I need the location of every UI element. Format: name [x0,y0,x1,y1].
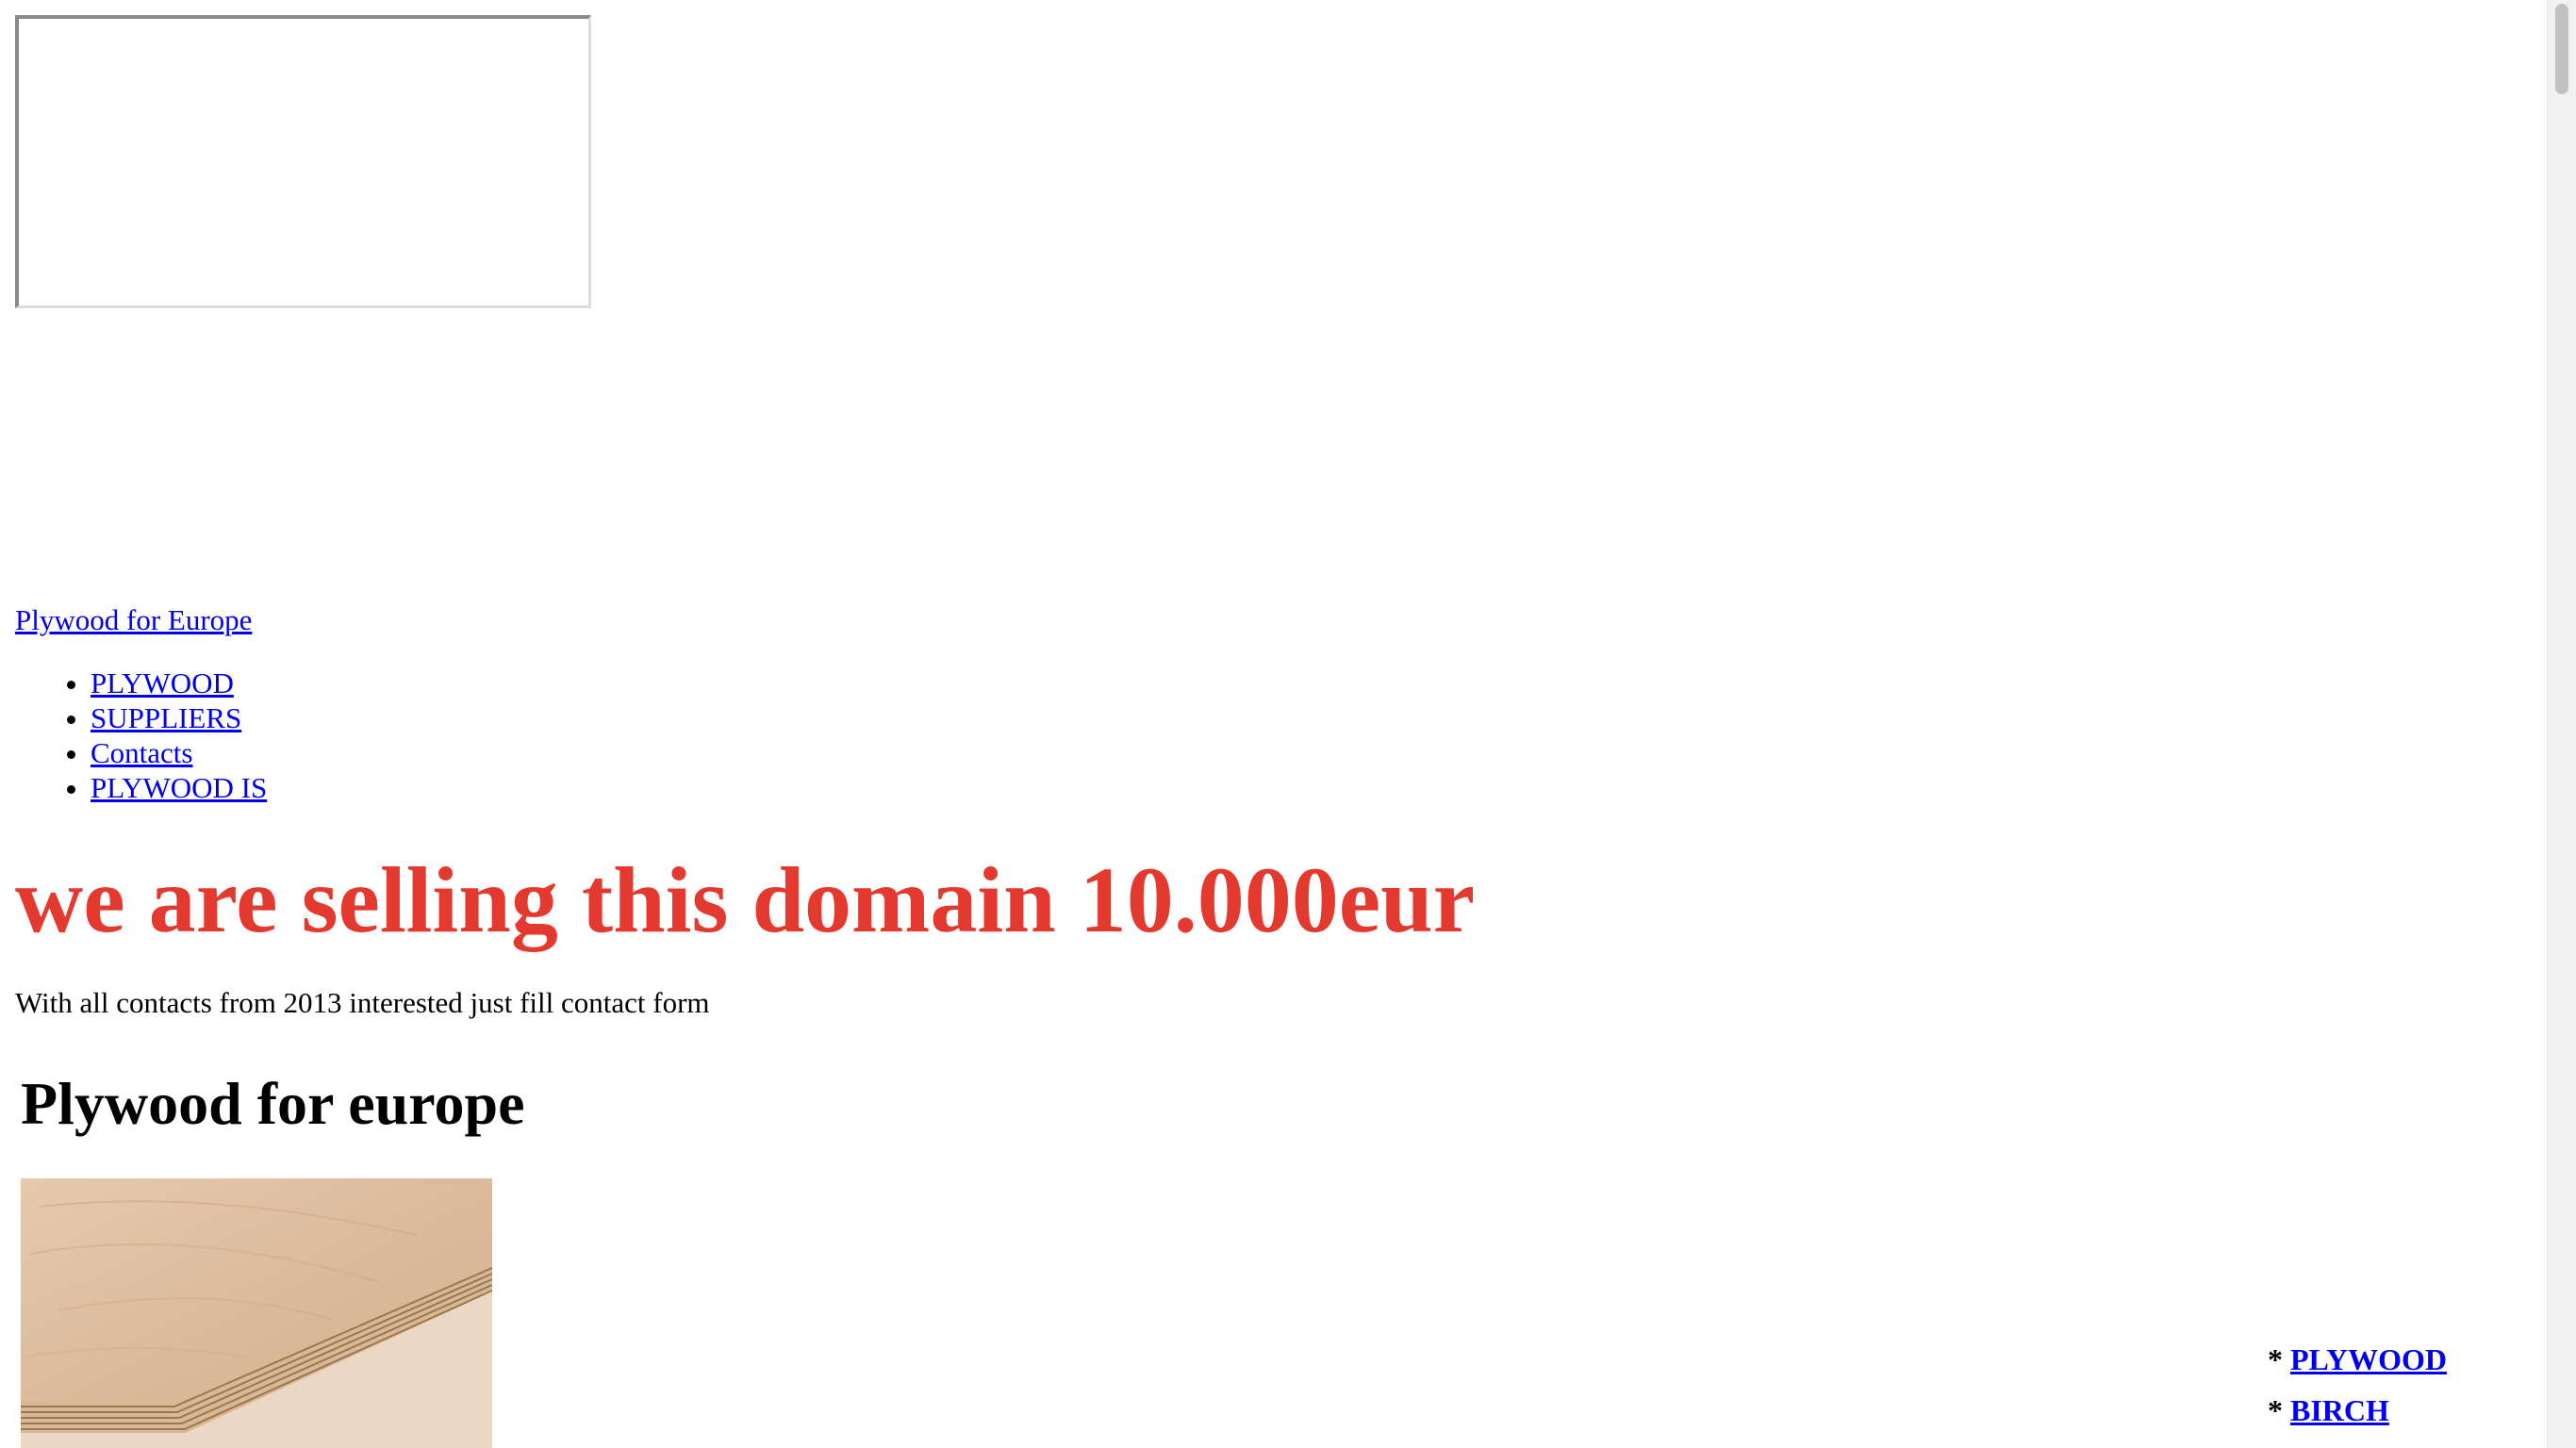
domain-sale-heading: we are selling this domain 10.000eur [15,847,1476,952]
nav-item-plywood: PLYWOOD [91,666,267,700]
embedded-frame-placeholder [15,15,591,308]
plywood-sheet-image [21,1178,492,1448]
side-link-birch[interactable]: BIRCH [2290,1393,2389,1427]
main-nav: PLYWOOD SUPPLIERS Contacts PLYWOOD IS [53,666,267,805]
nav-item-suppliers: SUPPLIERS [91,700,267,735]
side-link-bullet: * [2268,1393,2283,1427]
domain-sale-subtext: With all contacts from 2013 interested j… [15,986,710,1019]
nav-link-suppliers[interactable]: SUPPLIERS [91,701,241,734]
side-link-list: * PLYWOOD * BIRCH [2268,1334,2447,1436]
site-title-link[interactable]: Plywood for Europe [15,603,252,637]
side-link-plywood[interactable]: PLYWOOD [2290,1342,2447,1376]
side-link-row-plywood: * PLYWOOD [2268,1334,2447,1385]
nav-item-plywood-is: PLYWOOD IS [91,770,267,805]
page-title: Plywood for europe [21,1070,525,1137]
side-link-row-birch: * BIRCH [2268,1385,2447,1436]
scrollbar-thumb[interactable] [2555,4,2568,94]
nav-link-plywood[interactable]: PLYWOOD [91,666,234,699]
side-link-bullet: * [2268,1342,2283,1376]
nav-item-contacts: Contacts [91,735,267,770]
nav-link-plywood-is[interactable]: PLYWOOD IS [91,771,267,804]
vertical-scrollbar[interactable] [2547,0,2576,1448]
nav-link-contacts[interactable]: Contacts [91,736,193,769]
